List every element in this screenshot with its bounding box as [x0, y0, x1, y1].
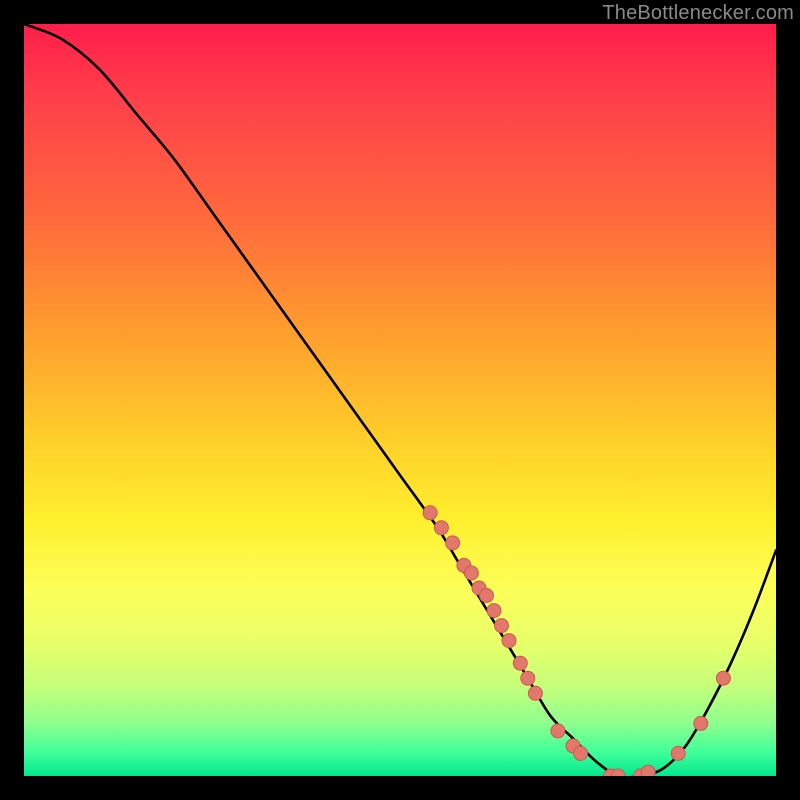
- curve-marker: [502, 634, 516, 648]
- curve-marker: [513, 656, 527, 670]
- curve-marker: [480, 589, 494, 603]
- curve-marker: [434, 521, 448, 535]
- curve-marker: [446, 536, 460, 550]
- watermark-text: TheBottlenecker.com: [602, 2, 794, 25]
- curve-marker: [641, 765, 655, 776]
- x-axis: [24, 776, 776, 778]
- bottleneck-curve: [24, 24, 776, 776]
- curve-marker: [694, 716, 708, 730]
- curve-markers: [423, 506, 730, 776]
- curve-marker: [464, 566, 478, 580]
- curve-marker: [671, 746, 685, 760]
- curve-marker: [716, 671, 730, 685]
- curve-marker: [495, 619, 509, 633]
- curve-layer: [24, 24, 776, 776]
- curve-marker: [551, 724, 565, 738]
- chart-stage: TheBottlenecker.com: [0, 0, 800, 800]
- curve-marker: [528, 686, 542, 700]
- curve-marker: [574, 746, 588, 760]
- curve-marker: [423, 506, 437, 520]
- curve-marker: [521, 671, 535, 685]
- curve-marker: [487, 604, 501, 618]
